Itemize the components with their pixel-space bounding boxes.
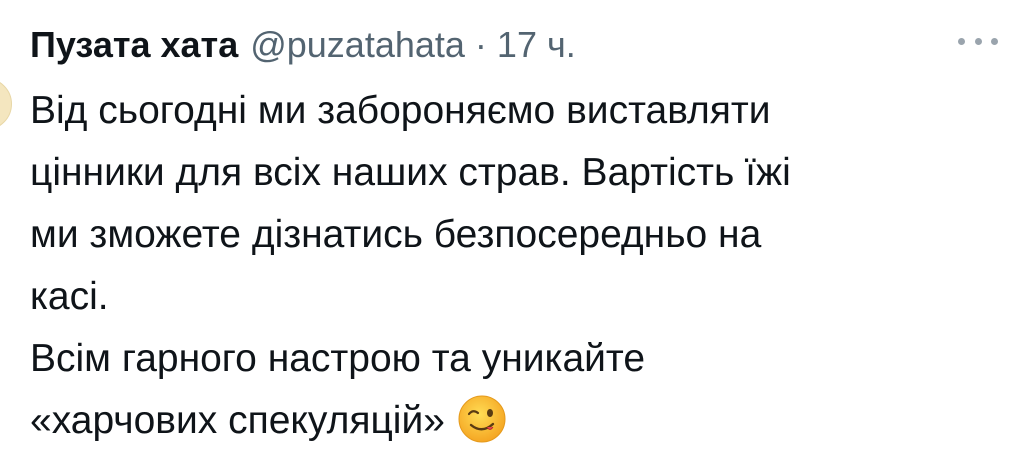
tweet-timestamp[interactable]: 17 ч. xyxy=(497,22,576,68)
more-options-button[interactable] xyxy=(958,34,998,48)
tweet-card: Пузата хата @puzatahata · 17 ч. Від сьог… xyxy=(0,0,1018,470)
tweet-text-line: Всім гарного настрою та уникайте xyxy=(30,337,646,380)
winking-face-emoji-icon xyxy=(458,395,506,443)
more-horizontal-icon xyxy=(958,37,965,45)
tweet-header: Пузата хата @puzatahata · 17 ч. xyxy=(30,22,576,68)
tweet-text-last-line: «харчових спекуляцій» xyxy=(30,390,1000,452)
tweet-text-line: Від сьогодні ми забороняємо виставляти xyxy=(30,89,771,132)
tweet-text-line: касі. xyxy=(30,275,109,318)
more-horizontal-icon-dot xyxy=(991,37,998,45)
tweet-text: Від сьогодні ми забороняємо виставляти ц… xyxy=(30,80,1000,452)
author-handle[interactable]: @puzatahata xyxy=(250,22,465,68)
author-display-name[interactable]: Пузата хата xyxy=(30,22,238,68)
tweet-text-line: цінники для всіх наших страв. Вартість ї… xyxy=(30,151,791,194)
more-horizontal-icon-dot xyxy=(974,37,982,45)
avatar[interactable] xyxy=(0,78,12,130)
tweet-text-line: «харчових спекуляцій» xyxy=(30,399,445,442)
tweet-text-line: ми зможете дізнатись безпосередньо на xyxy=(30,213,762,256)
header-separator: · xyxy=(474,24,487,65)
